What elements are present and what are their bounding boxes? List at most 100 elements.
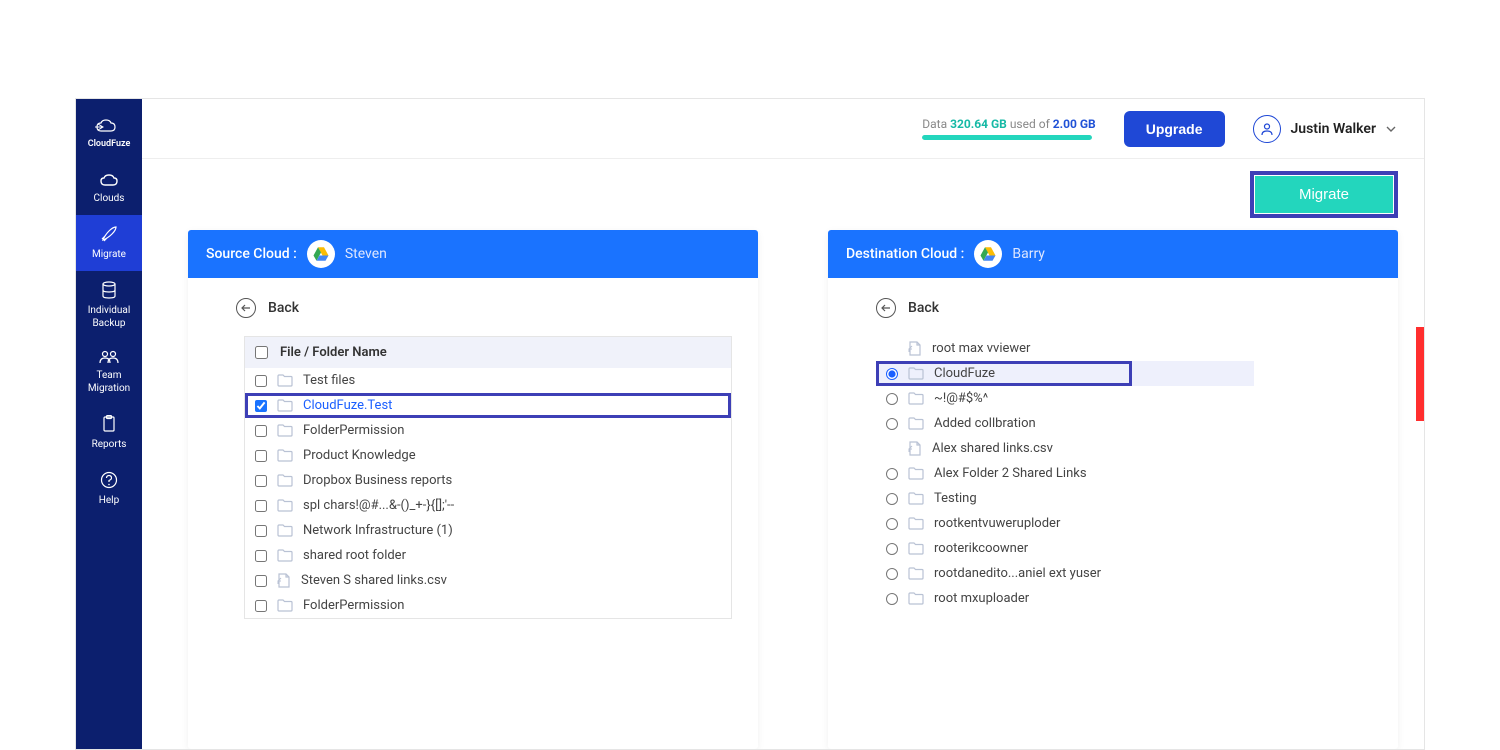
file-row[interactable]: Network Infrastructure (1) xyxy=(245,518,731,543)
column-header: File / Folder Name xyxy=(280,345,387,360)
file-row[interactable]: FolderPermission xyxy=(245,418,731,443)
dest-row[interactable]: Testing xyxy=(876,486,1372,511)
used-value: 320.64 GB xyxy=(950,117,1007,131)
row-label: Testing xyxy=(934,491,977,506)
row-checkbox[interactable] xyxy=(255,525,267,537)
folder-icon xyxy=(277,424,293,437)
upgrade-button[interactable]: Upgrade xyxy=(1124,111,1225,147)
file-row[interactable]: Test files xyxy=(245,368,731,393)
row-label: Steven S shared links.csv xyxy=(301,573,447,588)
dest-row[interactable]: root max vviewer xyxy=(876,336,1372,361)
source-back-button[interactable]: Back xyxy=(236,298,732,318)
dest-row[interactable]: root mxuploader xyxy=(876,586,1372,611)
file-row[interactable]: shared root folder xyxy=(245,543,731,568)
row-checkbox[interactable] xyxy=(255,575,267,587)
gdrive-icon xyxy=(974,240,1002,268)
folder-icon xyxy=(908,592,924,605)
folder-icon xyxy=(908,417,924,430)
row-checkbox[interactable] xyxy=(255,400,267,412)
dest-row[interactable]: rootdanedito...aniel ext yuser xyxy=(876,561,1372,586)
row-label: CloudFuze.Test xyxy=(303,398,392,413)
sidebar: CloudFuze Clouds Migrate Individual Back… xyxy=(76,99,142,749)
sidebar-item-label: Team Migration xyxy=(81,369,137,395)
folder-icon xyxy=(908,467,924,480)
row-checkbox[interactable] xyxy=(255,375,267,387)
row-label: Alex Folder 2 Shared Links xyxy=(934,466,1087,481)
sidebar-item-individual-backup[interactable]: Individual Backup xyxy=(76,271,142,340)
row-label: CloudFuze xyxy=(934,366,995,381)
sidebar-item-help[interactable]: Help xyxy=(76,461,142,517)
red-indicator xyxy=(1416,327,1424,421)
sidebar-item-clouds[interactable]: Clouds xyxy=(76,163,142,215)
row-radio[interactable] xyxy=(886,368,898,380)
select-all-checkbox[interactable] xyxy=(255,346,268,359)
row-radio[interactable] xyxy=(886,593,898,605)
row-label: Alex shared links.csv xyxy=(932,441,1053,456)
file-row[interactable]: Product Knowledge xyxy=(245,443,731,468)
row-radio[interactable] xyxy=(886,393,898,405)
row-radio[interactable] xyxy=(886,468,898,480)
destination-file-list: root max vviewer CloudFuze ~!@#$%^Added co… xyxy=(876,336,1372,611)
row-checkbox[interactable] xyxy=(255,550,267,562)
destination-back-button[interactable]: Back xyxy=(876,298,1372,318)
row-checkbox[interactable] xyxy=(255,450,267,462)
row-radio[interactable] xyxy=(886,518,898,530)
row-checkbox[interactable] xyxy=(255,475,267,487)
dest-row[interactable]: CloudFuze xyxy=(876,361,1132,386)
folder-icon xyxy=(908,492,924,505)
row-radio[interactable] xyxy=(886,493,898,505)
file-row[interactable]: FolderPermission xyxy=(245,593,731,618)
row-checkbox[interactable] xyxy=(255,425,267,437)
sidebar-item-label: Reports xyxy=(92,438,127,451)
source-header: Source Cloud : Steven xyxy=(188,230,758,278)
back-label: Back xyxy=(268,300,299,316)
file-icon xyxy=(908,441,922,456)
dest-row[interactable]: Alex shared links.csv xyxy=(876,436,1372,461)
row-checkbox[interactable] xyxy=(255,500,267,512)
dest-row[interactable]: Alex Folder 2 Shared Links xyxy=(876,461,1372,486)
row-radio[interactable] xyxy=(886,418,898,430)
destination-header: Destination Cloud : Barry xyxy=(828,230,1398,278)
migrate-button-highlight: Migrate xyxy=(1250,171,1398,218)
folder-icon xyxy=(277,449,293,462)
sidebar-item-reports[interactable]: Reports xyxy=(76,405,142,461)
sidebar-item-label: Clouds xyxy=(94,192,125,205)
row-label: rooterikcoowner xyxy=(934,541,1028,556)
user-name: Justin Walker xyxy=(1291,121,1377,137)
sidebar-item-team-migration[interactable]: Team Migration xyxy=(76,340,142,405)
help-icon xyxy=(100,471,118,489)
migrate-button[interactable]: Migrate xyxy=(1255,176,1393,213)
folder-icon xyxy=(277,374,293,387)
row-checkbox[interactable] xyxy=(255,600,267,612)
user-menu[interactable]: Justin Walker xyxy=(1253,115,1397,143)
folder-icon xyxy=(277,474,293,487)
user-avatar-icon xyxy=(1253,115,1281,143)
row-radio[interactable] xyxy=(886,543,898,555)
total-value: 2.00 GB xyxy=(1053,117,1096,131)
file-row[interactable]: Steven S shared links.csv xyxy=(245,568,731,593)
dest-row[interactable]: rootkentvuweruploder xyxy=(876,511,1372,536)
file-row[interactable]: Dropbox Business reports xyxy=(245,468,731,493)
back-label: Back xyxy=(908,300,939,316)
chevron-down-icon xyxy=(1386,126,1396,132)
brand-name: CloudFuze xyxy=(88,139,131,149)
topbar: Data 320.64 GB used of 2.00 GB Upgrade J… xyxy=(142,99,1424,159)
row-radio[interactable] xyxy=(886,568,898,580)
team-icon xyxy=(99,350,119,364)
destination-label: Destination Cloud : xyxy=(846,246,964,262)
dest-row[interactable]: Added collbration xyxy=(876,411,1372,436)
dest-row[interactable]: rooterikcoowner xyxy=(876,536,1372,561)
row-label: Network Infrastructure (1) xyxy=(303,523,453,538)
storage-usage: Data 320.64 GB used of 2.00 GB xyxy=(922,117,1095,140)
file-row[interactable]: CloudFuze.Test xyxy=(245,393,731,418)
dest-row[interactable]: ~!@#$%^ xyxy=(876,386,1372,411)
sidebar-item-migrate[interactable]: Migrate xyxy=(76,215,142,271)
destination-body: Back root max vviewer CloudFuze ~!@#$%^Add… xyxy=(828,278,1398,749)
file-icon xyxy=(908,341,922,356)
sidebar-item-label: Help xyxy=(99,494,119,507)
cloudfuze-logo-icon xyxy=(95,119,123,135)
file-row[interactable]: spl chars!@#...&-()_+-}{[];'-- xyxy=(245,493,731,518)
clipboard-icon xyxy=(102,415,116,433)
back-arrow-icon xyxy=(236,298,256,318)
destination-user: Barry xyxy=(1012,246,1045,262)
